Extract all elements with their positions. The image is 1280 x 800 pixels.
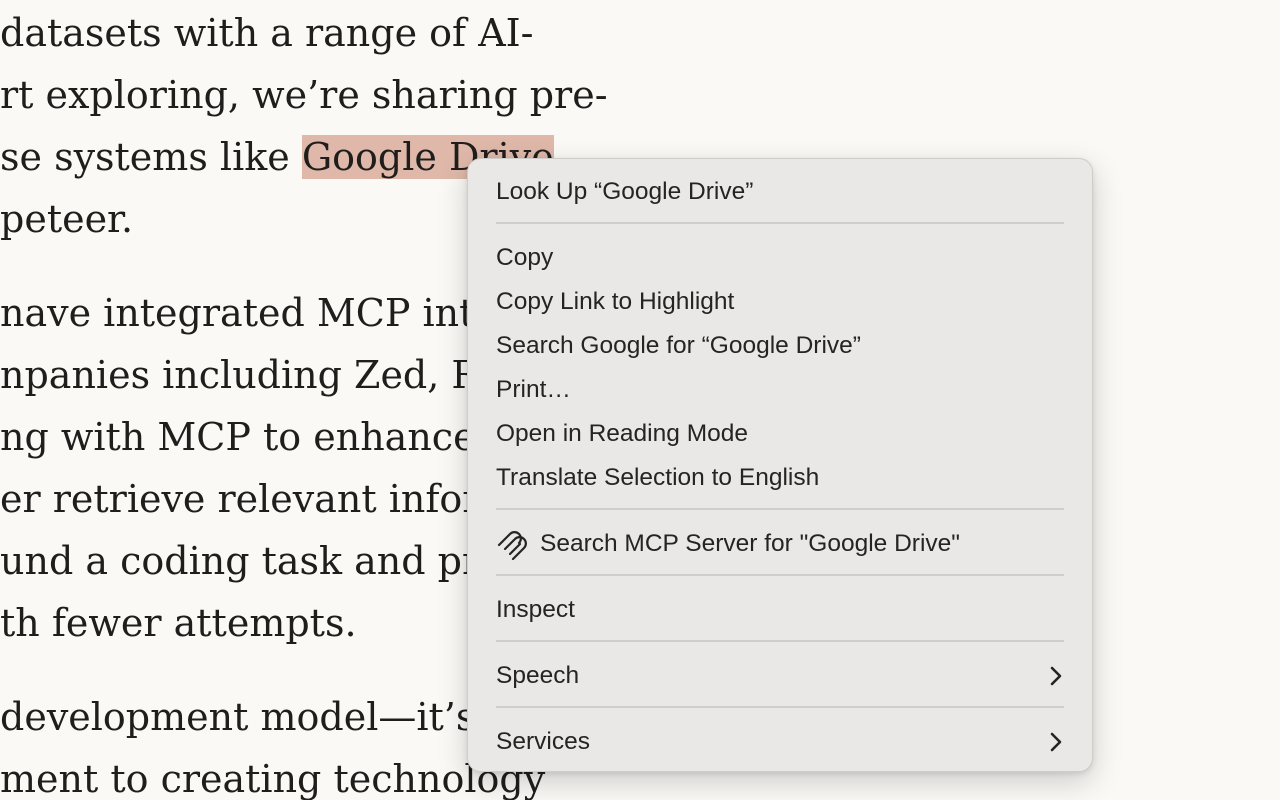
article-line: er retrieve relevant inform	[0, 477, 517, 521]
article-line: peteer.	[0, 197, 134, 241]
menu-item-look-up[interactable]: Look Up “Google Drive”	[496, 172, 1064, 212]
chevron-right-icon	[1050, 732, 1062, 752]
article-line: nave integrated MCP into t	[0, 291, 525, 335]
article-line: development model—it’s	[0, 695, 476, 739]
menu-item-services[interactable]: Services	[496, 722, 1064, 762]
article-line: datasets with a range of AI-	[0, 11, 534, 55]
menu-separator	[496, 640, 1064, 642]
context-menu: Look Up “Google Drive” Copy Copy Link to…	[467, 158, 1093, 772]
menu-item-label: Search MCP Server for "Google Drive"	[540, 530, 960, 557]
article-line: ment to creating technology	[0, 757, 546, 800]
menu-separator	[496, 574, 1064, 576]
menu-item-inspect[interactable]: Inspect	[496, 590, 1064, 630]
article-line: ng with MCP to enhance th	[0, 415, 528, 459]
menu-item-print[interactable]: Print…	[496, 370, 1064, 410]
browser-page: datasets with a range of AI- rt explorin…	[0, 0, 1280, 800]
menu-item-search-mcp-server[interactable]: Search MCP Server for "Google Drive"	[496, 524, 1064, 564]
menu-item-speech[interactable]: Speech	[496, 656, 1064, 696]
article-line: npanies including Zed, Re	[0, 353, 503, 397]
menu-item-open-in-reading-mode[interactable]: Open in Reading Mode	[496, 414, 1064, 454]
menu-separator	[496, 706, 1064, 708]
menu-item-search-google[interactable]: Search Google for “Google Drive”	[496, 326, 1064, 366]
menu-item-copy[interactable]: Copy	[496, 238, 1064, 278]
article-line: th fewer attempts.	[0, 601, 357, 645]
article-line: rt exploring, we’re sharing pre-	[0, 73, 608, 117]
menu-item-label: Speech	[496, 662, 580, 689]
menu-item-label: Services	[496, 728, 590, 755]
menu-item-translate-selection[interactable]: Translate Selection to English	[496, 458, 1064, 498]
menu-separator	[496, 508, 1064, 510]
article-line: und a coding task and pro	[0, 539, 504, 583]
chevron-right-icon	[1050, 666, 1062, 686]
mcp-logo-icon	[497, 531, 527, 560]
menu-separator	[496, 222, 1064, 224]
menu-item-copy-link-to-highlight[interactable]: Copy Link to Highlight	[496, 282, 1064, 322]
article-line-text: se systems like	[0, 135, 302, 179]
